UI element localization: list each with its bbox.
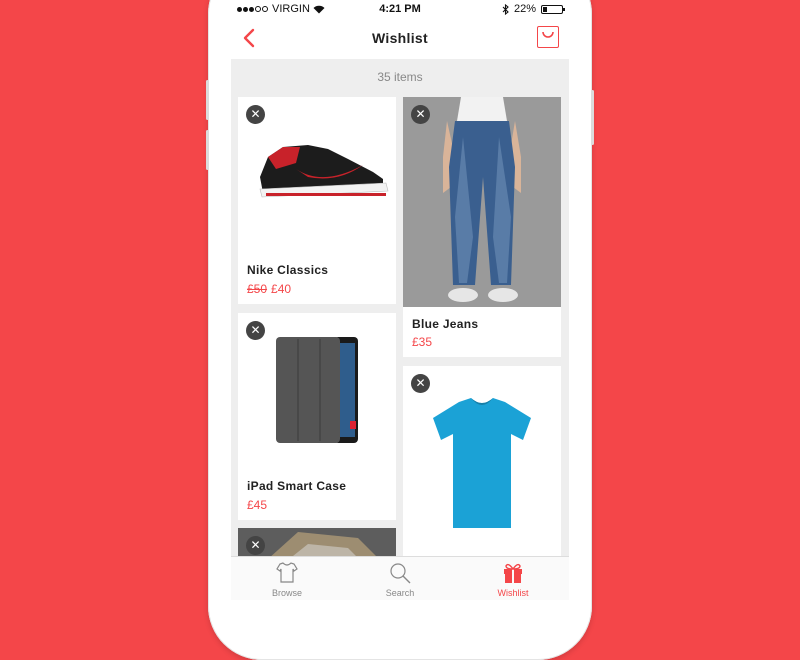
tab-bar: Browse Search Wishlist bbox=[231, 556, 569, 600]
product-price: £50 £40 bbox=[247, 282, 291, 296]
original-price: £50 bbox=[247, 282, 268, 296]
sale-price: £40 bbox=[271, 282, 292, 296]
bluetooth-icon bbox=[502, 3, 509, 15]
tab-label: Wishlist bbox=[497, 588, 529, 598]
remove-button[interactable]: ✕ bbox=[246, 321, 265, 340]
nav-bar: Wishlist bbox=[231, 19, 569, 59]
jeans-image bbox=[403, 97, 561, 307]
product-name: Nike Classics bbox=[247, 263, 329, 277]
product-card[interactable]: ✕ Blue Jeans £35 bbox=[403, 97, 561, 357]
product-card[interactable]: ✕ bbox=[403, 366, 561, 566]
shopping-bag-button[interactable] bbox=[537, 26, 559, 48]
tshirt-icon bbox=[276, 562, 298, 583]
product-card[interactable]: ✕ Nike Classics £50 £40 bbox=[238, 97, 396, 304]
tab-label: Browse bbox=[271, 588, 302, 598]
tab-wishlist[interactable]: Wishlist bbox=[457, 557, 569, 600]
product-card[interactable]: ✕ iPad Smart Case £45 bbox=[238, 313, 396, 520]
tshirt-image bbox=[433, 398, 531, 528]
battery-icon bbox=[541, 4, 565, 14]
product-price: £45 bbox=[247, 498, 268, 512]
volume-button bbox=[206, 80, 209, 120]
remove-button[interactable]: ✕ bbox=[246, 536, 265, 555]
volume-button bbox=[206, 130, 209, 170]
app-screen: VIRGIN 4:21 PM 22% Wishlist 35 items ✕ N… bbox=[231, 0, 569, 600]
product-name: Blue Jeans bbox=[412, 317, 479, 331]
tab-label: Search bbox=[385, 588, 415, 598]
tab-search[interactable]: Search bbox=[344, 557, 456, 600]
product-price: £35 bbox=[412, 335, 433, 349]
gift-icon bbox=[504, 563, 522, 583]
remove-button[interactable]: ✕ bbox=[411, 105, 430, 124]
search-icon bbox=[390, 563, 411, 584]
item-count: 35 items bbox=[231, 59, 569, 95]
remove-button[interactable]: ✕ bbox=[246, 105, 265, 124]
page-title: Wishlist bbox=[372, 30, 428, 46]
status-bar: VIRGIN 4:21 PM 22% bbox=[231, 0, 569, 19]
shopping-bag-icon bbox=[542, 31, 554, 38]
product-name: iPad Smart Case bbox=[247, 479, 347, 493]
tab-browse[interactable]: Browse bbox=[231, 557, 343, 600]
power-button bbox=[591, 90, 594, 145]
remove-button[interactable]: ✕ bbox=[411, 374, 430, 393]
battery-percent: 22% bbox=[513, 3, 536, 15]
